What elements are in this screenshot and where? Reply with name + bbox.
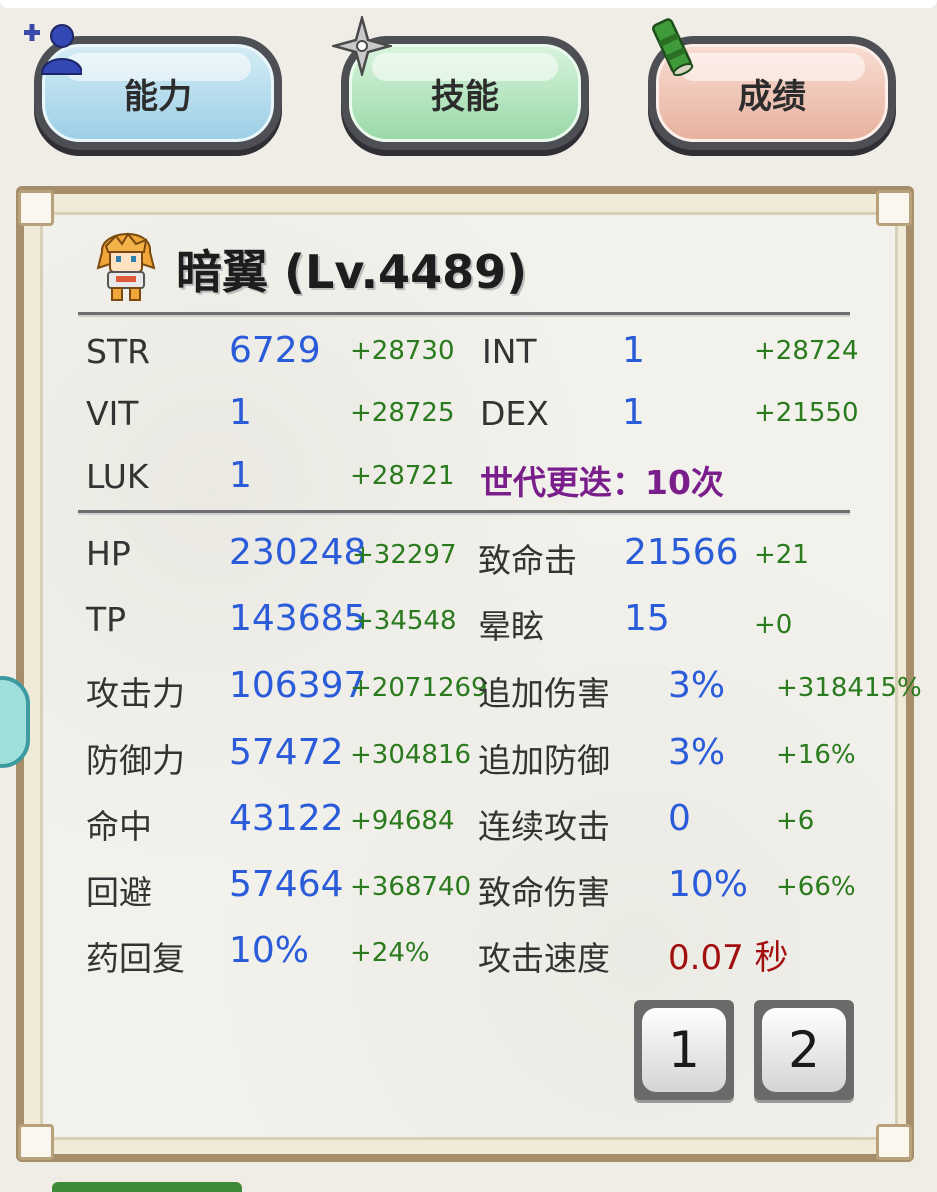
stat-bonus-combo-attack: +6 <box>776 806 815 836</box>
panel-corner <box>18 1124 54 1160</box>
stat-label-evasion: 回避 <box>86 873 152 912</box>
side-drawer-handle[interactable] <box>0 676 30 768</box>
stat-label-attack-speed: 攻击速度 <box>478 939 610 978</box>
stat-value-dex: 1 <box>622 392 645 433</box>
character-avatar <box>96 232 156 301</box>
stat-label-int: INT <box>482 332 537 371</box>
stat-bonus-dex: +21550 <box>754 398 859 428</box>
stat-label-potion-recovery: 药回复 <box>86 939 185 978</box>
stat-bonus-defense: +304816 <box>350 740 472 770</box>
page-1-label: 1 <box>642 1008 726 1092</box>
page-2-button[interactable]: 2 <box>754 1000 854 1100</box>
stat-label-tp: TP <box>86 600 127 639</box>
stat-bonus-vit: +28725 <box>350 398 455 428</box>
stat-bonus-critical: +21 <box>754 540 809 570</box>
stat-bonus-hit: +94684 <box>350 806 455 836</box>
stat-value-extra-damage: 3% <box>668 665 726 706</box>
tab-record-label: 成绩 <box>738 76 806 117</box>
stat-value-attack-speed: 0.07 秒 <box>668 938 789 978</box>
stat-value-stun: 15 <box>624 598 670 639</box>
stat-label-combo-attack: 连续攻击 <box>478 807 610 846</box>
panel-corner <box>18 190 54 226</box>
stat-value-str: 6729 <box>229 330 321 371</box>
panel-corner <box>876 190 912 226</box>
character-name: 暗翼 (Lv.4489) <box>176 245 528 299</box>
tab-skill-label: 技能 <box>431 76 499 117</box>
stat-value-vit: 1 <box>229 392 252 433</box>
tab-ability-label: 能力 <box>124 76 192 117</box>
stat-value-defense: 57472 <box>229 732 344 773</box>
stat-value-critical: 21566 <box>624 532 739 573</box>
add-member-icon <box>24 24 82 75</box>
stat-label-luk: LUK <box>86 457 149 496</box>
stat-bonus-extra-defense: +16% <box>776 740 856 770</box>
scroll-icon <box>652 18 694 76</box>
stat-bonus-critical-damage: +66% <box>776 872 856 902</box>
stat-bonus-evasion: +368740 <box>350 872 472 902</box>
stat-value-hit: 43122 <box>229 798 344 839</box>
stat-label-dex: DEX <box>480 394 549 433</box>
stat-label-defense: 防御力 <box>86 741 185 780</box>
stat-label-extra-defense: 追加防御 <box>478 741 610 780</box>
stat-value-potion-recovery: 10% <box>229 930 310 971</box>
shuriken-icon <box>332 16 392 76</box>
stat-bonus-potion-recovery: +24% <box>350 938 430 968</box>
stat-value-evasion: 57464 <box>229 864 344 905</box>
stat-bonus-stun: +0 <box>754 610 793 640</box>
stat-bonus-attack: +2071269 <box>350 673 488 703</box>
generation-count: 世代更迭：10次 <box>480 463 724 502</box>
stat-label-attack: 攻击力 <box>86 674 185 713</box>
divider-top <box>78 312 850 317</box>
bottom-green-tab[interactable] <box>52 1182 242 1192</box>
stat-label-stun: 晕眩 <box>478 607 544 646</box>
stat-value-attack: 106397 <box>229 665 367 706</box>
page-2-label: 2 <box>762 1008 846 1092</box>
stat-bonus-extra-damage: +318415% <box>776 673 922 703</box>
stat-label-hp: HP <box>86 534 131 573</box>
stat-bonus-luk: +28721 <box>350 461 455 491</box>
divider-middle <box>78 510 850 515</box>
stat-value-int: 1 <box>622 330 645 371</box>
stat-label-hit: 命中 <box>86 807 152 846</box>
stat-label-critical: 致命击 <box>478 541 577 580</box>
page-1-button[interactable]: 1 <box>634 1000 734 1100</box>
stat-value-luk: 1 <box>229 455 252 496</box>
stat-bonus-hp: +32297 <box>352 540 457 570</box>
stat-bonus-int: +28724 <box>754 336 859 366</box>
stat-value-combo-attack: 0 <box>668 798 691 839</box>
stat-bonus-str: +28730 <box>350 336 455 366</box>
stat-label-extra-damage: 追加伤害 <box>478 674 610 713</box>
stat-value-extra-defense: 3% <box>668 732 726 773</box>
stat-value-tp: 143685 <box>229 598 367 639</box>
stat-value-critical-damage: 10% <box>668 864 749 905</box>
stat-label-str: STR <box>86 332 151 371</box>
top-bar-edge <box>0 0 937 8</box>
panel-corner <box>876 1124 912 1160</box>
stat-label-critical-damage: 致命伤害 <box>478 873 610 912</box>
stat-label-vit: VIT <box>86 394 139 433</box>
stat-value-hp: 230248 <box>229 532 367 573</box>
stat-bonus-tp: +34548 <box>352 606 457 636</box>
